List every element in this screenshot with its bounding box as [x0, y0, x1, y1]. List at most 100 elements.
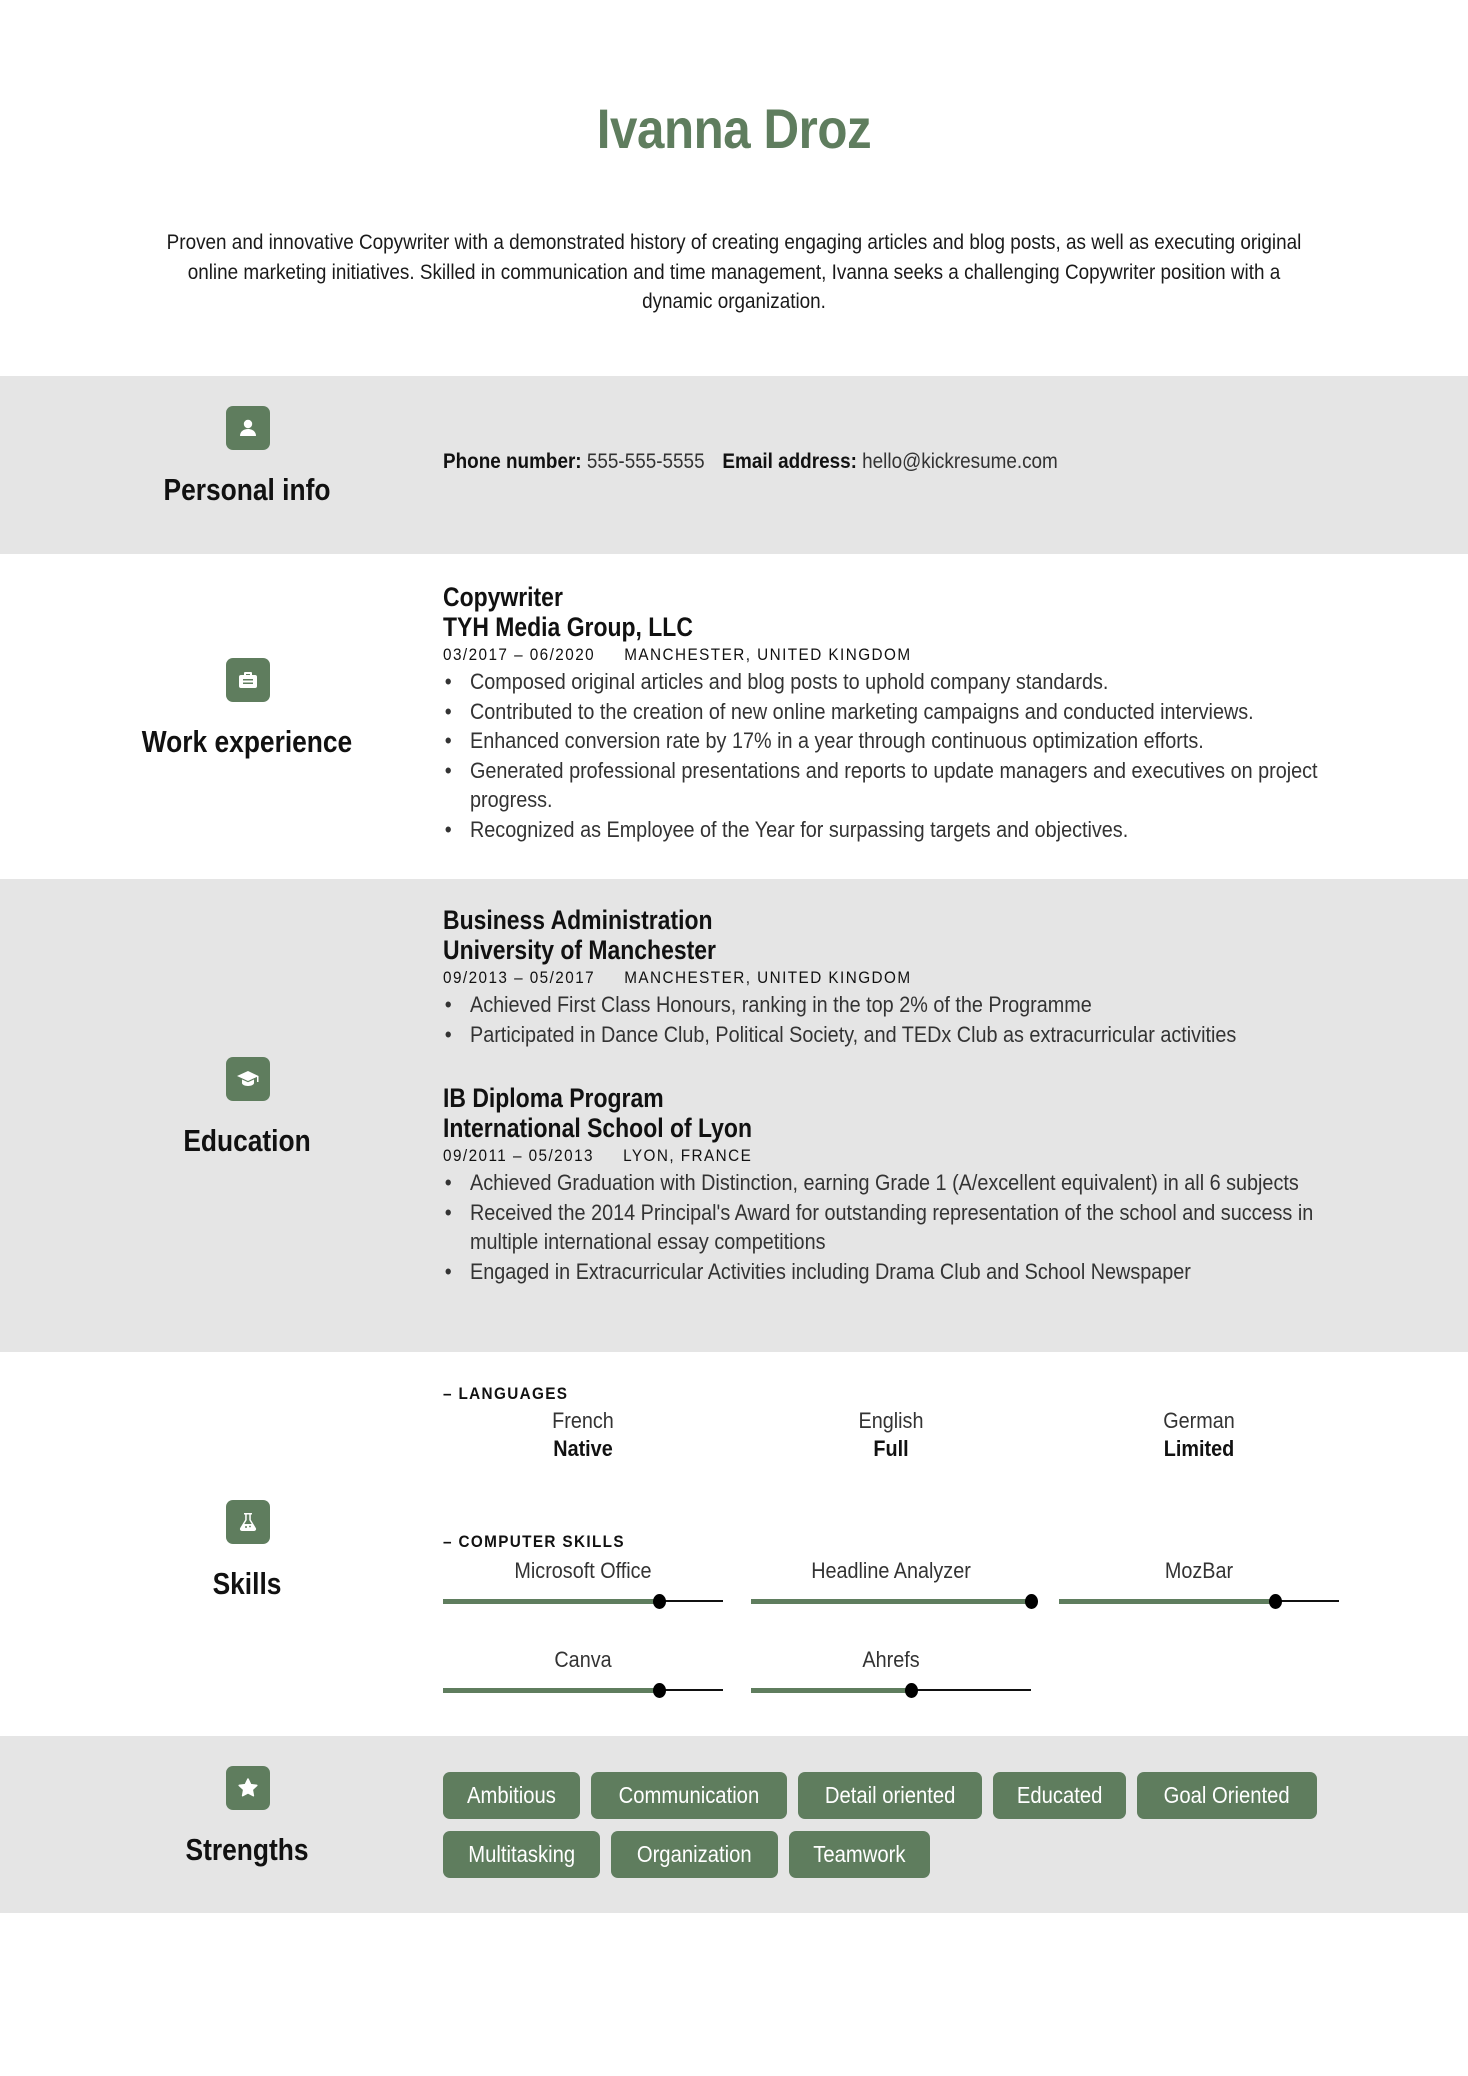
- strength-tag-label: Teamwork: [813, 1841, 906, 1867]
- star-icon: [226, 1766, 270, 1810]
- language-level: Full: [873, 1436, 909, 1461]
- strength-tag: Detail oriented: [797, 1772, 983, 1819]
- degree: Business Administration: [443, 905, 713, 935]
- skill-item: MozBar: [1059, 1558, 1339, 1609]
- skill-level-bar: [1059, 1594, 1339, 1609]
- list-item: Received the 2014 Principal's Award for …: [443, 1198, 1370, 1257]
- strength-tag-label: Multitasking: [468, 1841, 576, 1867]
- email-label: Email address:: [722, 450, 857, 473]
- job-meta: 03/2017 – 06/2020 MANCHESTER, UNITED KIN…: [443, 645, 1280, 665]
- section-title: Strengths: [185, 1832, 309, 1867]
- section-strengths: Strengths Ambitious Communication Detail…: [0, 1736, 1468, 1913]
- skill-name: Headline Analyzer: [811, 1558, 971, 1583]
- skill-name: Canva: [554, 1647, 612, 1672]
- strength-tag-label: Goal Oriented: [1163, 1782, 1290, 1808]
- skill-name: MozBar: [1164, 1558, 1234, 1583]
- job-title: Copywriter: [443, 582, 563, 612]
- skill-level-bar: [751, 1683, 1031, 1698]
- skill-item: Canva: [443, 1647, 723, 1698]
- company-name: TYH Media Group, LLC: [443, 612, 693, 642]
- list-item: Enhanced conversion rate by 17% in a yea…: [443, 726, 1370, 756]
- strength-tag: Organization: [611, 1831, 778, 1878]
- job-location: MANCHESTER, UNITED KINGDOM: [624, 645, 912, 664]
- languages-list: French Native English Full German Limite…: [443, 1408, 1373, 1468]
- graduation-cap-icon: [226, 1057, 270, 1101]
- language-level: Limited: [1163, 1436, 1235, 1461]
- strength-tag: Ambitious: [443, 1772, 580, 1819]
- language-item: English Full: [751, 1408, 1031, 1462]
- list-item: Contributed to the creation of new onlin…: [443, 697, 1370, 727]
- skill-item: Microsoft Office: [443, 1558, 723, 1609]
- skill-level-bar: [443, 1594, 723, 1609]
- language-name: French: [552, 1408, 614, 1433]
- language-item: French Native: [443, 1408, 723, 1462]
- education-location: LYON, FRANCE: [623, 1146, 753, 1165]
- skill-level-knob: [652, 1683, 666, 1698]
- section-education: Education Business Administration Univer…: [0, 879, 1468, 1352]
- email-value[interactable]: hello@kickresume.com: [862, 450, 1058, 473]
- skill-name: Microsoft Office: [514, 1558, 652, 1583]
- strength-tag: Goal Oriented: [1137, 1772, 1317, 1819]
- skill-level-knob: [1268, 1594, 1282, 1609]
- education-meta: 09/2013 – 05/2017 MANCHESTER, UNITED KIN…: [443, 968, 1280, 988]
- section-skills: Skills – LANGUAGES French Native English…: [0, 1352, 1468, 1736]
- education-entry: IB Diploma Program International School …: [443, 1083, 1373, 1286]
- education-bullets: Achieved Graduation with Distinction, ea…: [443, 1168, 1370, 1286]
- strength-tag: Educated: [993, 1772, 1127, 1819]
- work-entry: Copywriter TYH Media Group, LLC 03/2017 …: [443, 582, 1373, 844]
- briefcase-icon: [226, 658, 270, 702]
- degree: IB Diploma Program: [443, 1083, 664, 1113]
- skill-level-knob: [1025, 1594, 1038, 1609]
- education-location: MANCHESTER, UNITED KINGDOM: [624, 968, 912, 987]
- section-title: Education: [183, 1123, 311, 1158]
- list-item: Engaged in Extracurricular Activities in…: [443, 1257, 1370, 1287]
- language-name: English: [858, 1408, 924, 1433]
- list-item: Participated in Dance Club, Political So…: [443, 1020, 1370, 1050]
- language-item: German Limited: [1059, 1408, 1339, 1462]
- education-meta: 09/2011 – 05/2013 LYON, FRANCE: [443, 1146, 1280, 1166]
- skill-level-bar: [443, 1683, 723, 1698]
- section-title: Work experience: [141, 724, 353, 759]
- contact-line: Phone number: 555-555-5555 Email address…: [443, 450, 1280, 474]
- strength-tag-label: Organization: [637, 1841, 753, 1867]
- job-dates: 03/2017 – 06/2020: [443, 645, 596, 664]
- list-item: Composed original articles and blog post…: [443, 667, 1370, 697]
- languages-heading: – LANGUAGES: [443, 1384, 569, 1403]
- job-bullets: Composed original articles and blog post…: [443, 667, 1370, 844]
- skill-level-knob: [652, 1594, 666, 1609]
- strength-tag-label: Detail oriented: [824, 1782, 956, 1808]
- section-personal-info: Personal info Phone number: 555-555-5555…: [0, 376, 1468, 554]
- user-icon: [226, 406, 270, 450]
- skill-item: Ahrefs: [751, 1647, 1031, 1698]
- flask-icon: [226, 1500, 270, 1544]
- education-dates: 09/2013 – 05/2017: [443, 968, 596, 987]
- strength-tag: Communication: [590, 1772, 787, 1819]
- strength-tag: Teamwork: [788, 1831, 930, 1878]
- phone-value: 555-555-5555: [586, 450, 705, 473]
- school-name: International School of Lyon: [443, 1113, 752, 1143]
- language-level: Native: [553, 1436, 613, 1461]
- list-item: Achieved Graduation with Distinction, ea…: [443, 1168, 1370, 1198]
- skill-name: Ahrefs: [862, 1647, 920, 1672]
- phone-label: Phone number:: [443, 450, 582, 473]
- section-work-experience: Work experience Copywriter TYH Media Gro…: [0, 554, 1468, 879]
- strength-tag: Multitasking: [443, 1831, 601, 1878]
- list-item: Generated professional presentations and…: [443, 756, 1370, 815]
- computer-skills-heading: – COMPUTER SKILLS: [443, 1532, 625, 1551]
- profile-summary: Proven and innovative Copywriter with a …: [166, 231, 1302, 313]
- list-item: Recognized as Employee of the Year for s…: [443, 815, 1370, 845]
- skill-level-bar: [751, 1594, 1038, 1609]
- candidate-name: Ivanna Droz: [596, 97, 872, 160]
- education-bullets: Achieved First Class Honours, ranking in…: [443, 990, 1370, 1049]
- strength-tags: Ambitious Communication Detail oriented …: [443, 1772, 1373, 1878]
- strength-tag-label: Ambitious: [467, 1782, 556, 1808]
- section-title: Personal info: [163, 472, 331, 507]
- strength-tag-label: Communication: [618, 1782, 760, 1808]
- skill-item: Headline Analyzer: [751, 1558, 1038, 1609]
- education-entry: Business Administration University of Ma…: [443, 905, 1373, 1049]
- strength-tag-label: Educated: [1016, 1782, 1103, 1808]
- education-dates: 09/2011 – 05/2013: [443, 1146, 594, 1165]
- list-item: Achieved First Class Honours, ranking in…: [443, 990, 1370, 1020]
- language-name: German: [1163, 1408, 1235, 1433]
- section-title: Skills: [212, 1566, 282, 1601]
